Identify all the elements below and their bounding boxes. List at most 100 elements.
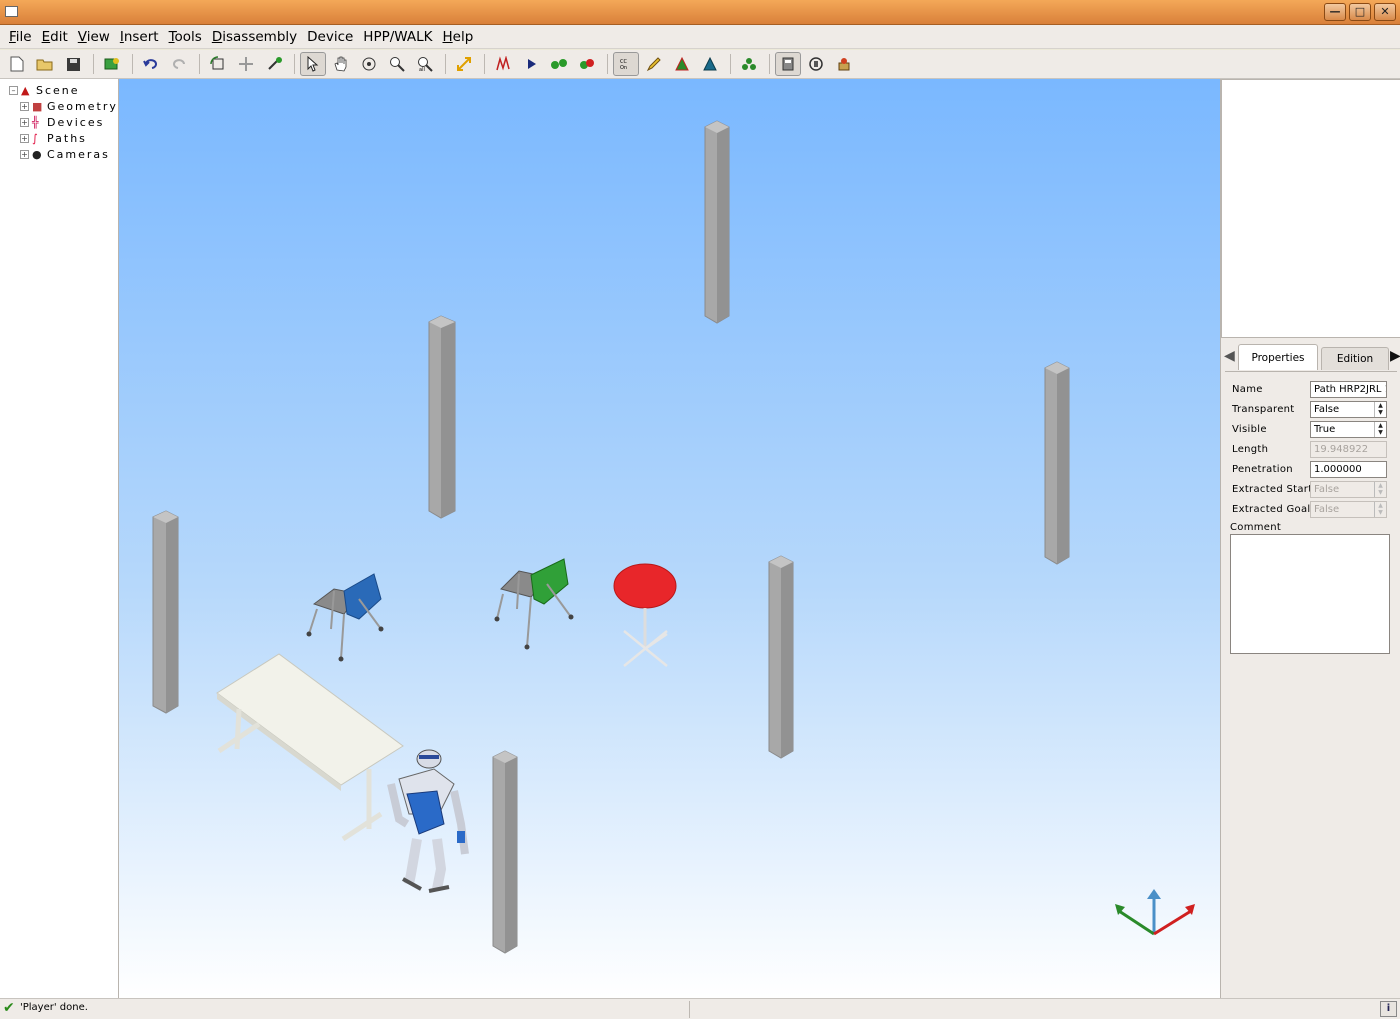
tab-scroll-right-icon[interactable]: ▶ bbox=[1390, 348, 1400, 364]
menu-help[interactable]: Help bbox=[438, 29, 479, 45]
minimize-button[interactable]: — bbox=[1324, 3, 1346, 21]
menu-tools[interactable]: Tools bbox=[164, 29, 207, 45]
pan-hand-icon[interactable] bbox=[328, 52, 354, 76]
menu-view[interactable]: View bbox=[73, 29, 115, 45]
property-label: Comment bbox=[1230, 521, 1282, 533]
collapse-icon[interactable]: – bbox=[9, 86, 18, 95]
zoom-all-icon[interactable]: all bbox=[412, 52, 438, 76]
collision-check-icon[interactable] bbox=[546, 52, 572, 76]
red-table bbox=[613, 563, 677, 667]
property-row-length: Length 19.948922 bbox=[1225, 439, 1397, 459]
tab-edition[interactable]: Edition bbox=[1321, 347, 1389, 370]
graph-icon[interactable] bbox=[736, 52, 762, 76]
toolbar-separator bbox=[199, 54, 200, 74]
new-file-icon[interactable] bbox=[4, 52, 30, 76]
expand-icon[interactable]: + bbox=[20, 150, 29, 159]
blue-chair bbox=[306, 573, 384, 662]
green-chair bbox=[494, 558, 574, 650]
property-row-visible: Visible True ▲ ▼ bbox=[1225, 419, 1397, 439]
menu-disassembly[interactable]: Disassembly bbox=[207, 29, 302, 45]
spin-arrows-icon[interactable]: ▲ ▼ bbox=[1374, 421, 1386, 437]
import-geometry-icon[interactable] bbox=[99, 52, 125, 76]
tree-item-geometry[interactable]: + ■ Geometry bbox=[20, 99, 118, 114]
select-value: False bbox=[1314, 483, 1340, 495]
redo-icon[interactable] bbox=[166, 52, 192, 76]
lock-robot-icon[interactable] bbox=[831, 52, 857, 76]
menu-mnemonic: F bbox=[9, 28, 16, 45]
pillar bbox=[152, 510, 179, 714]
checkmark-icon: ✔ bbox=[3, 1000, 15, 1016]
tab-scroll-left-icon[interactable]: ◀ bbox=[1224, 348, 1235, 364]
menu-edit[interactable]: Edit bbox=[37, 29, 73, 45]
spin-arrows-icon: ▲ ▼ bbox=[1374, 481, 1386, 497]
3d-viewport[interactable] bbox=[119, 79, 1220, 998]
collision-detect-icon[interactable] bbox=[574, 52, 600, 76]
toolbar-separator bbox=[607, 54, 608, 74]
scene-icon: ▲ bbox=[21, 83, 30, 97]
menu-file[interactable]: File bbox=[4, 29, 37, 45]
refresh-robot-icon[interactable] bbox=[803, 52, 829, 76]
tab-bar: ◀ Properties Edition ▶ bbox=[1221, 341, 1400, 371]
property-label: Extracted Goal bbox=[1232, 503, 1311, 515]
menu-device[interactable]: Device bbox=[302, 29, 358, 45]
spin-arrows-icon[interactable]: ▲ ▼ bbox=[1374, 401, 1386, 417]
select-tool-icon[interactable] bbox=[300, 52, 326, 76]
resize-arrow-icon[interactable] bbox=[451, 52, 477, 76]
collision-on-icon[interactable]: CC On bbox=[613, 52, 639, 76]
path-planner-icon[interactable] bbox=[490, 52, 516, 76]
property-row-penetration: Penetration 1.000000 bbox=[1225, 459, 1397, 479]
expand-icon[interactable]: + bbox=[20, 102, 29, 111]
orbit-icon[interactable] bbox=[356, 52, 382, 76]
scene-render bbox=[152, 120, 1195, 954]
tree-item-label: Devices bbox=[47, 116, 105, 129]
comment-textarea[interactable] bbox=[1230, 534, 1390, 654]
menu-hpp-walk[interactable]: HPP/WALK bbox=[358, 29, 437, 45]
open-folder-icon[interactable] bbox=[32, 52, 58, 76]
robot-view-icon[interactable] bbox=[775, 52, 801, 76]
expand-icon[interactable]: + bbox=[20, 118, 29, 127]
penetration-field[interactable]: 1.000000 bbox=[1310, 460, 1387, 478]
status-message: 'Player' done. bbox=[20, 1002, 88, 1013]
menu-label: HPP/WALK bbox=[363, 28, 433, 45]
tree-item-devices[interactable]: + ╬ Devices bbox=[20, 115, 104, 130]
tree-item-paths[interactable]: + ∫ Paths bbox=[20, 131, 87, 146]
menu-label: isassembly bbox=[222, 28, 298, 45]
tab-label: Edition bbox=[1336, 353, 1374, 365]
pillar bbox=[1044, 361, 1070, 565]
move-object-icon[interactable] bbox=[233, 52, 259, 76]
undo-icon[interactable] bbox=[138, 52, 164, 76]
zoom-icon[interactable] bbox=[384, 52, 410, 76]
tree-item-cameras[interactable]: + ● Cameras bbox=[20, 147, 110, 162]
menu-mnemonic: V bbox=[77, 28, 87, 45]
preview-area bbox=[1221, 79, 1400, 338]
scene-tree: – ▲ Scene + ■ Geometry + ╬ Devices + ∫ P… bbox=[0, 79, 119, 998]
name-field[interactable]: Path HRP2JRL 1 bbox=[1310, 380, 1387, 398]
roadmap-icon[interactable] bbox=[669, 52, 695, 76]
diffusion-icon[interactable] bbox=[697, 52, 723, 76]
toolbar-separator bbox=[294, 54, 295, 74]
pencil-icon[interactable] bbox=[641, 52, 667, 76]
status-divider bbox=[689, 1001, 690, 1018]
toolbar-separator bbox=[769, 54, 770, 74]
property-label: Visible bbox=[1232, 423, 1267, 435]
play-icon[interactable] bbox=[518, 52, 544, 76]
tab-label: Properties bbox=[1251, 352, 1305, 364]
maximize-button[interactable]: □ bbox=[1349, 3, 1371, 21]
transparent-select[interactable]: False ▲ ▼ bbox=[1310, 400, 1387, 418]
rotate-object-icon[interactable] bbox=[205, 52, 231, 76]
save-icon[interactable] bbox=[60, 52, 86, 76]
tree-item-scene[interactable]: – ▲ Scene bbox=[9, 83, 80, 98]
info-icon[interactable]: i bbox=[1380, 1001, 1397, 1017]
pillar bbox=[492, 750, 518, 954]
visible-select[interactable]: True ▲ ▼ bbox=[1310, 420, 1387, 438]
menu-label: nsert bbox=[123, 28, 159, 45]
expand-icon[interactable]: + bbox=[20, 134, 29, 143]
transform-object-icon[interactable] bbox=[261, 52, 287, 76]
status-bar: ✔ 'Player' done. i bbox=[0, 998, 1400, 1019]
close-button[interactable]: ✕ bbox=[1374, 3, 1396, 21]
menu-insert[interactable]: Insert bbox=[115, 29, 164, 45]
menu-label: iew bbox=[86, 28, 110, 45]
tree-item-label: Scene bbox=[36, 84, 80, 97]
camera-icon: ● bbox=[32, 147, 42, 161]
tab-properties[interactable]: Properties bbox=[1238, 344, 1318, 370]
